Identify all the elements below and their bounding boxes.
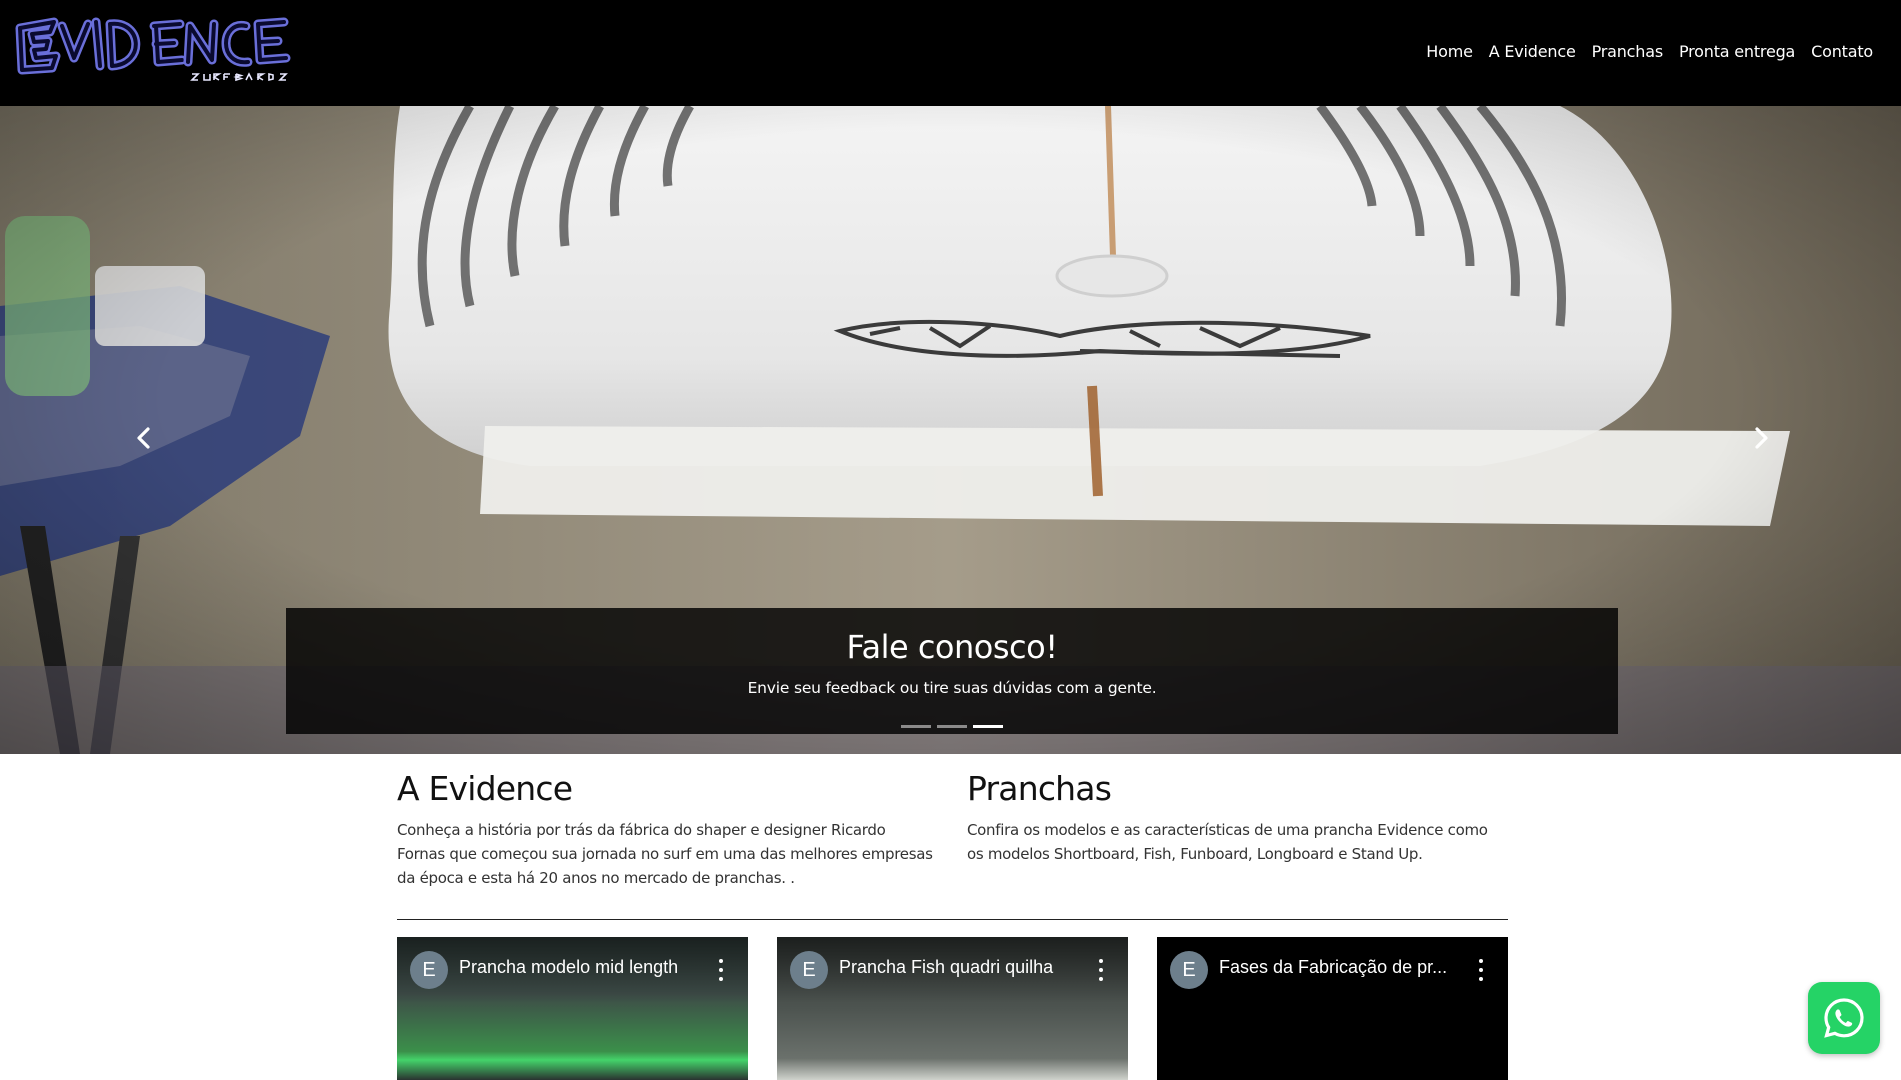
nav-a-evidence[interactable]: A Evidence (1481, 42, 1584, 61)
carousel-indicators (286, 725, 1618, 728)
carousel-caption: Fale conosco! Envie seu feedback ou tire… (286, 608, 1618, 734)
video-header: E Prancha modelo mid length (397, 937, 748, 1003)
main-nav: Home A Evidence Pranchas Pronta entrega … (1418, 42, 1881, 61)
hero-carousel: Fale conosco! Envie seu feedback ou tire… (0, 106, 1901, 754)
nav-home[interactable]: Home (1418, 42, 1480, 61)
boards-section: Pranchas Confira os modelos e as caracte… (967, 768, 1497, 866)
brand-logo[interactable] (14, 12, 310, 92)
top-navbar: Home A Evidence Pranchas Pronta entrega … (0, 0, 1901, 106)
channel-avatar[interactable]: E (410, 951, 448, 989)
chevron-left-icon (137, 427, 150, 449)
evidence-logo-graphic (15, 17, 291, 82)
video-title[interactable]: Prancha modelo mid length (459, 957, 699, 978)
carousel-prev-button[interactable] (113, 414, 173, 462)
nav-pronta-entrega[interactable]: Pronta entrega (1671, 42, 1803, 61)
video-embed-2[interactable]: E Prancha Fish quadri quilha (777, 937, 1128, 1080)
more-vert-icon[interactable] (1478, 959, 1484, 981)
video-embed-1[interactable]: E Prancha modelo mid length (397, 937, 748, 1080)
boards-title: Pranchas (967, 769, 1112, 808)
section-divider (397, 919, 1508, 920)
more-vert-icon[interactable] (1098, 959, 1104, 981)
video-embed-3[interactable]: E Fases da Fabricação de pr... (1157, 937, 1508, 1080)
carousel-indicator-2[interactable] (937, 725, 967, 728)
about-text: Conheça a história por trás da fábrica d… (397, 821, 933, 887)
video-title[interactable]: Fases da Fabricação de pr... (1219, 957, 1459, 978)
whatsapp-button[interactable] (1808, 982, 1880, 1054)
chevron-right-icon (1755, 427, 1768, 449)
boards-text: Confira os modelos e as características … (967, 821, 1488, 863)
carousel-next-button[interactable] (1732, 414, 1792, 462)
video-header: E Prancha Fish quadri quilha (777, 937, 1128, 1003)
more-vert-icon[interactable] (718, 959, 724, 981)
carousel-indicator-3[interactable] (973, 725, 1003, 728)
caption-title: Fale conosco! (846, 628, 1058, 666)
channel-avatar[interactable]: E (1170, 951, 1208, 989)
about-title: A Evidence (397, 769, 573, 808)
caption-text: Envie seu feedback ou tire suas dúvidas … (747, 679, 1157, 697)
nav-contato[interactable]: Contato (1803, 42, 1881, 61)
whatsapp-icon (1824, 998, 1864, 1038)
video-title[interactable]: Prancha Fish quadri quilha (839, 957, 1079, 978)
about-section: A Evidence Conheça a história por trás d… (397, 768, 937, 890)
channel-avatar[interactable]: E (790, 951, 828, 989)
nav-pranchas[interactable]: Pranchas (1584, 42, 1671, 61)
carousel-indicator-1[interactable] (901, 725, 931, 728)
video-header: E Fases da Fabricação de pr... (1157, 937, 1508, 1003)
